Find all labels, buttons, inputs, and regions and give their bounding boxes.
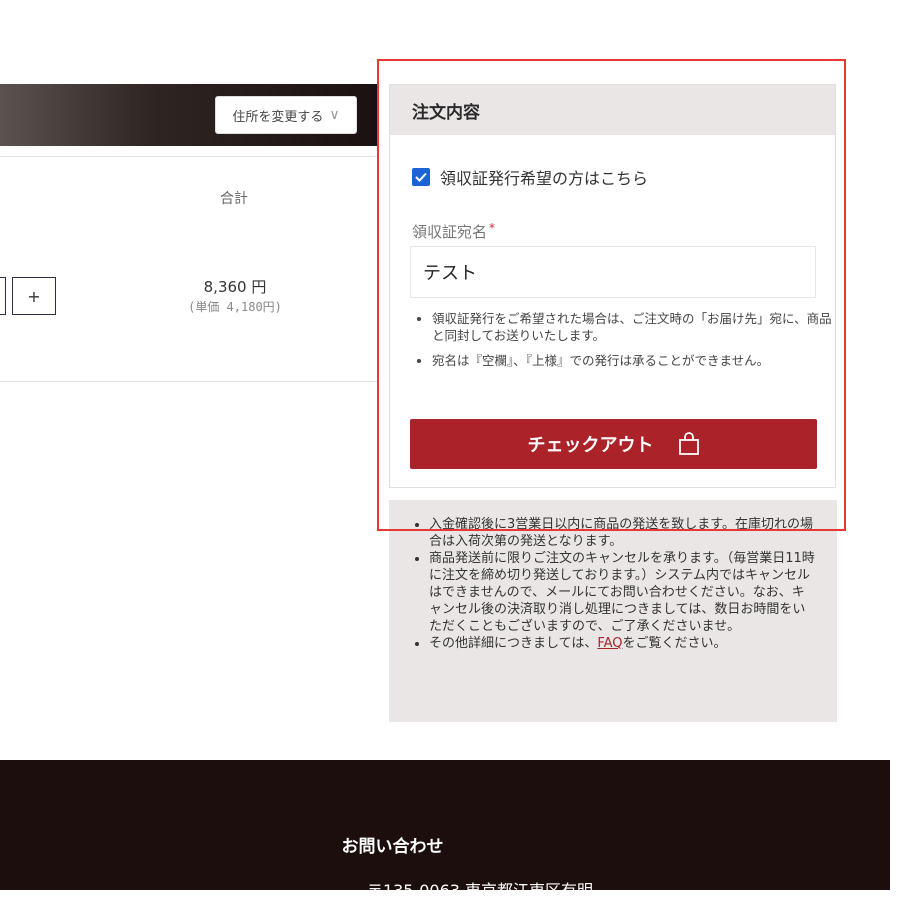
- order-summary-title: 注文内容: [390, 85, 835, 135]
- order-summary-panel: 注文内容 領収証発行希望の方はこちら 領収証宛名* 領収証発行をご希望された場合…: [389, 84, 836, 488]
- info-item: 入金確認後に3営業日以内に商品の発送を致します。在庫切れの場合は入荷次第の発送と…: [429, 516, 815, 550]
- line-total-price: 8,360 円: [203, 278, 267, 296]
- receipt-checkbox[interactable]: [412, 168, 430, 186]
- receipt-name-label-wrap: 領収証宛名 *: [412, 221, 495, 242]
- chevron-down-icon: ∨: [329, 107, 340, 123]
- checkout-label: チェックアウト: [527, 435, 654, 456]
- total-column-header: 合計: [220, 191, 248, 207]
- quantity-increase-button[interactable]: +: [12, 277, 56, 315]
- receipt-notes: 領収証発行をご希望された場合は、ご注文時の「お届け先」宛に、商品と同封してお送り…: [410, 310, 840, 377]
- note-item: 宛名は『空欄』、『上様』での発行は承ることができません。: [432, 352, 840, 369]
- unit-price: (単価 4,180円): [188, 300, 282, 314]
- footer: お問い合わせ 〒135-0063 東京都江東区有明: [0, 760, 890, 890]
- order-info-box: 入金確認後に3営業日以内に商品の発送を致します。在庫切れの場合は入荷次第の発送と…: [389, 500, 837, 722]
- required-mark: *: [489, 221, 496, 235]
- change-address-button[interactable]: 住所を変更する ∨: [215, 96, 357, 134]
- divider: [0, 156, 378, 157]
- shopping-bag-icon: [678, 432, 699, 455]
- receipt-name-label: 領収証宛名: [412, 223, 488, 241]
- faq-link[interactable]: FAQ: [597, 636, 622, 651]
- footer-contact-title: お問い合わせ: [341, 837, 444, 857]
- footer-address: 〒135-0063 東京都江東区有明: [0, 877, 890, 890]
- divider: [0, 381, 378, 382]
- info-item: その他詳細につきましては、FAQをご覧ください。: [429, 635, 815, 652]
- change-address-label: 住所を変更する: [232, 109, 324, 125]
- info-item: 商品発送前に限りご注文のキャンセルを承ります。（毎営業日11時に注文を締め切り発…: [429, 550, 815, 635]
- note-item: 領収証発行をご希望された場合は、ご注文時の「お届け先」宛に、商品と同封してお送り…: [432, 310, 840, 344]
- quantity-input[interactable]: [0, 277, 6, 315]
- checkout-button[interactable]: チェックアウト: [410, 419, 817, 469]
- receipt-name-input[interactable]: [410, 246, 816, 298]
- info-item-prefix: その他詳細につきましては、: [429, 636, 598, 651]
- info-item-suffix: をご覧ください。: [622, 636, 727, 651]
- receipt-checkbox-row[interactable]: 領収証発行希望の方はこちら: [412, 165, 648, 189]
- receipt-checkbox-label: 領収証発行希望の方はこちら: [440, 169, 649, 188]
- checkmark-icon: [415, 172, 427, 182]
